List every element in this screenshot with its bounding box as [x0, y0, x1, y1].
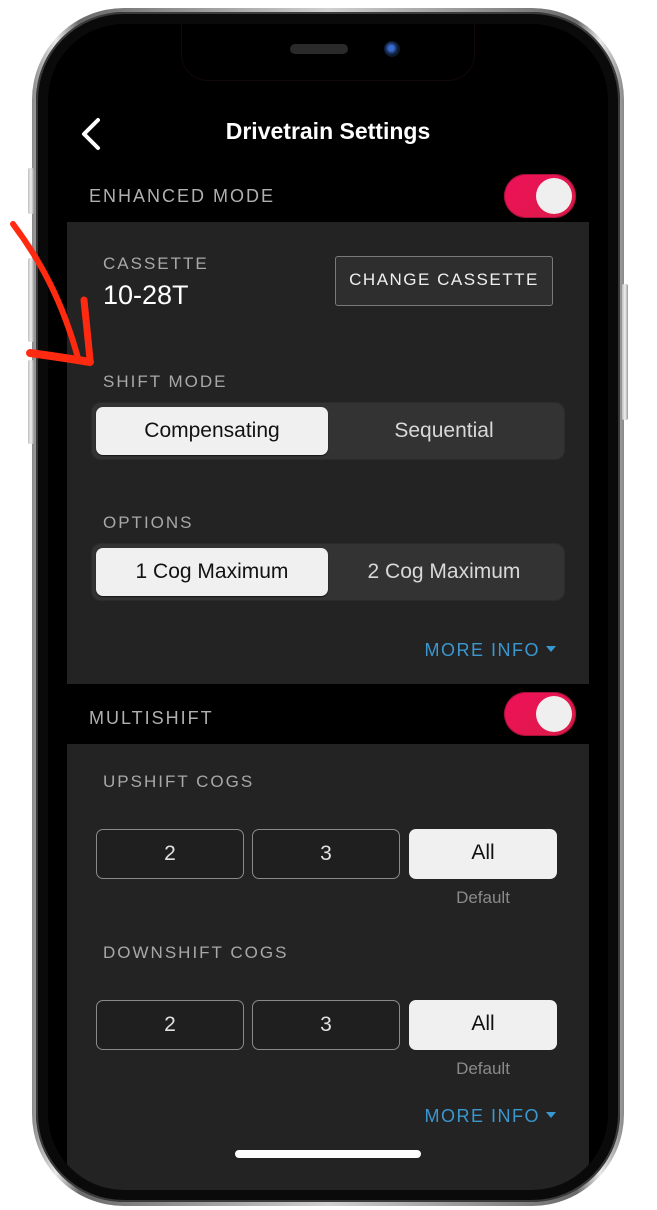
multishift-label: MULTISHIFT [89, 708, 214, 728]
caret-down-icon [546, 1112, 556, 1119]
toggle-knob [536, 178, 572, 214]
downshift-2-button[interactable]: 2 [96, 1000, 244, 1050]
enhanced-mode-header: ENHANCED MODE [48, 162, 608, 222]
shift-mode-compensating[interactable]: Compensating [96, 407, 328, 455]
downshift-3-button[interactable]: 3 [252, 1000, 400, 1050]
options-segmented-control: 1 Cog Maximum 2 Cog Maximum [91, 543, 565, 601]
enhanced-mode-panel: CASSETTE 10-28T CHANGE CASSETTE SHIFT MO… [67, 222, 589, 684]
speaker-grille [290, 44, 348, 54]
shift-mode-label: SHIFT MODE [103, 372, 228, 391]
multishift-toggle[interactable] [504, 692, 576, 736]
nav-header: Drivetrain Settings [48, 110, 608, 154]
more-info-text: MORE INFO [424, 1106, 540, 1126]
upshift-cogs-label: UPSHIFT COGS [103, 772, 255, 791]
shift-mode-segmented-control: Compensating Sequential [91, 402, 565, 460]
upshift-2-button[interactable]: 2 [96, 829, 244, 879]
upshift-all-button[interactable]: All [409, 829, 557, 879]
toggle-knob [536, 696, 572, 732]
downshift-cogs-label: DOWNSHIFT COGS [103, 943, 289, 962]
upshift-default-label: Default [456, 888, 510, 907]
caret-down-icon [546, 646, 556, 653]
change-cassette-button[interactable]: CHANGE CASSETTE [335, 256, 553, 306]
upshift-3-button[interactable]: 3 [252, 829, 400, 879]
more-info-text: MORE INFO [424, 640, 540, 660]
mute-switch [28, 168, 34, 214]
shift-mode-sequential[interactable]: Sequential [328, 407, 560, 455]
multishift-header: MULTISHIFT [48, 684, 608, 744]
volume-up-button [28, 258, 34, 342]
power-button [622, 284, 628, 420]
enhanced-mode-toggle[interactable] [504, 174, 576, 218]
notch [182, 24, 474, 80]
enhanced-mode-label: ENHANCED MODE [89, 186, 276, 206]
volume-down-button [28, 360, 34, 444]
home-indicator[interactable] [235, 1150, 421, 1158]
options-label: OPTIONS [103, 513, 194, 532]
downshift-default-label: Default [456, 1059, 510, 1078]
option-1-cog-maximum[interactable]: 1 Cog Maximum [96, 548, 328, 596]
option-2-cog-maximum[interactable]: 2 Cog Maximum [328, 548, 560, 596]
multishift-more-info-link[interactable]: MORE INFO [424, 1106, 556, 1127]
front-camera [384, 41, 400, 57]
downshift-all-button[interactable]: All [409, 1000, 557, 1050]
page-title: Drivetrain Settings [225, 118, 431, 144]
screen: Drivetrain Settings ENHANCED MODE CASSET… [48, 24, 608, 1190]
multishift-panel: UPSHIFT COGS 2 3 All Default DOWNSHIFT C… [67, 744, 589, 1190]
cassette-label: CASSETTE [103, 254, 209, 273]
cassette-value: 10-28T [103, 280, 189, 310]
enhanced-more-info-link[interactable]: MORE INFO [424, 640, 556, 661]
